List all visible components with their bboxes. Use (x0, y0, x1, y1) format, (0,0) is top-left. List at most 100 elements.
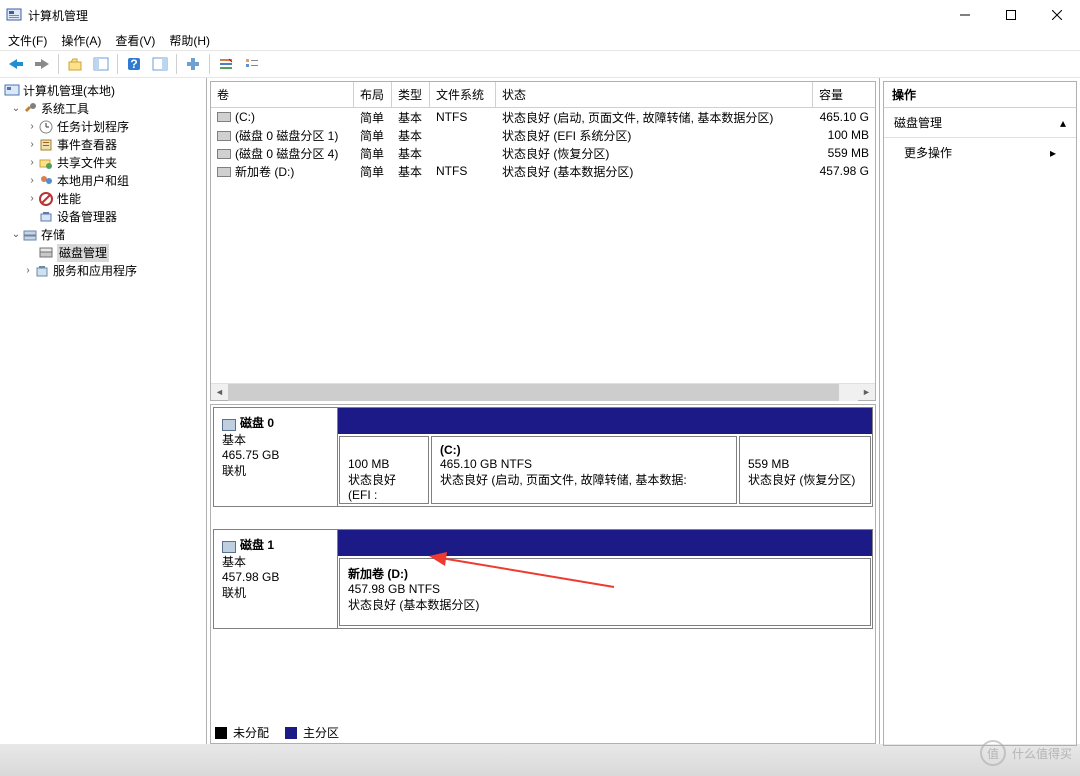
expand-icon[interactable]: › (22, 262, 34, 280)
actions-more[interactable]: 更多操作 ▸ (884, 138, 1076, 167)
menu-action[interactable]: 操作(A) (61, 32, 101, 49)
svg-text:?: ? (130, 57, 137, 71)
disk-status: 联机 (222, 462, 329, 479)
refresh-button[interactable] (181, 53, 205, 75)
app-icon (6, 7, 22, 23)
menu-help[interactable]: 帮助(H) (169, 32, 210, 49)
part-name: (C:) (440, 443, 728, 457)
legend-primary: 主分区 (303, 724, 339, 741)
disk-type: 基本 (222, 553, 329, 570)
part-size: 100 MB (348, 457, 420, 471)
tree-storage[interactable]: ⌄ 存储 (0, 226, 206, 244)
detail-view-button[interactable] (240, 53, 264, 75)
tree-event-viewer[interactable]: › 事件查看器 (0, 136, 206, 154)
volume-header: 卷 布局 类型 文件系统 状态 容量 (211, 82, 875, 108)
list-view-button[interactable] (214, 53, 238, 75)
expand-icon[interactable]: › (26, 118, 38, 136)
scroll-left-icon[interactable]: ◄ (211, 384, 228, 401)
disk-size: 465.75 GB (222, 448, 329, 462)
disk-0[interactable]: 磁盘 0 基本 465.75 GB 联机 100 MB 状态良好 (EFI : (213, 407, 873, 507)
tree-services-apps[interactable]: › 服务和应用程序 (0, 262, 206, 280)
disk-0-partition-1[interactable]: 100 MB 状态良好 (EFI : (339, 436, 429, 504)
window-title: 计算机管理 (28, 7, 88, 24)
tree-label: 磁盘管理 (57, 244, 109, 262)
collapse-icon[interactable]: ▴ (1060, 116, 1066, 130)
disk-type: 基本 (222, 431, 329, 448)
show-hide-action-button[interactable] (148, 53, 172, 75)
close-button[interactable] (1034, 0, 1080, 30)
disk-icon (222, 541, 236, 553)
col-fs[interactable]: 文件系统 (430, 82, 496, 107)
tree-label: 任务计划程序 (57, 118, 129, 136)
expand-icon[interactable]: › (26, 172, 38, 190)
table-row[interactable]: (磁盘 0 磁盘分区 4)简单基本状态良好 (恢复分区)559 MB (211, 144, 875, 162)
back-button[interactable] (4, 53, 28, 75)
actions-section-title[interactable]: 磁盘管理 ▴ (884, 108, 1076, 138)
collapse-icon[interactable]: ⌄ (10, 100, 22, 118)
forward-button[interactable] (30, 53, 54, 75)
bottom-strip (0, 744, 1080, 776)
disk-0-partition-c[interactable]: (C:) 465.10 GB NTFS 状态良好 (启动, 页面文件, 故障转储… (431, 436, 737, 504)
part-status: 状态良好 (启动, 页面文件, 故障转储, 基本数据: (440, 471, 728, 488)
col-status[interactable]: 状态 (496, 82, 813, 107)
watermark-icon: 值 (980, 740, 1006, 766)
tree-label: 事件查看器 (57, 136, 117, 154)
tree-pane: 计算机管理(本地) ⌄ 系统工具 › 任务计划程序 › 事件查看器 › 共享文件… (0, 78, 207, 744)
tree-performance[interactable]: › 性能 (0, 190, 206, 208)
part-size: 465.10 GB NTFS (440, 457, 728, 471)
disk-1[interactable]: 磁盘 1 基本 457.98 GB 联机 新加卷 (D:) 457.98 GB … (213, 529, 873, 629)
expand-icon[interactable]: › (26, 154, 38, 172)
maximize-button[interactable] (988, 0, 1034, 30)
toolbar: ? (0, 50, 1080, 78)
storage-icon (22, 227, 38, 243)
disk-1-info: 磁盘 1 基本 457.98 GB 联机 (214, 530, 338, 628)
tree-root[interactable]: 计算机管理(本地) (0, 82, 206, 100)
show-hide-tree-button[interactable] (89, 53, 113, 75)
part-name: 新加卷 (D:) (348, 565, 862, 582)
tree-local-users[interactable]: › 本地用户和组 (0, 172, 206, 190)
table-row[interactable]: (磁盘 0 磁盘分区 1)简单基本状态良好 (EFI 系统分区)100 MB (211, 126, 875, 144)
scroll-right-icon[interactable]: ► (858, 384, 875, 401)
col-type[interactable]: 类型 (392, 82, 430, 107)
legend: 未分配 主分区 (215, 724, 349, 741)
table-row[interactable]: 新加卷 (D:)简单基本NTFS状态良好 (基本数据分区)457.98 G (211, 162, 875, 180)
disk-title: 磁盘 0 (240, 414, 274, 431)
tree-label: 共享文件夹 (57, 154, 117, 172)
minimize-button[interactable] (942, 0, 988, 30)
part-status: 状态良好 (恢复分区) (748, 471, 862, 488)
tree-sys-tools[interactable]: ⌄ 系统工具 (0, 100, 206, 118)
table-row[interactable]: (C:)简单基本NTFS状态良好 (启动, 页面文件, 故障转储, 基本数据分区… (211, 108, 875, 126)
tree-label: 服务和应用程序 (53, 262, 137, 280)
col-capacity[interactable]: 容量 (813, 82, 875, 107)
collapse-icon[interactable]: ⌄ (10, 226, 22, 244)
part-size: 457.98 GB NTFS (348, 582, 862, 596)
tree-label: 设备管理器 (57, 208, 117, 226)
performance-icon (38, 191, 54, 207)
expand-icon[interactable]: › (26, 136, 38, 154)
menu-file[interactable]: 文件(F) (8, 32, 47, 49)
tree-disk-mgmt[interactable]: 磁盘管理 (0, 244, 206, 262)
legend-swatch-primary (285, 727, 297, 739)
tree-shared-folders[interactable]: › 共享文件夹 (0, 154, 206, 172)
content-pane: 卷 布局 类型 文件系统 状态 容量 (C:)简单基本NTFS状态良好 (启动,… (207, 78, 880, 744)
disk-1-partition-d[interactable]: 新加卷 (D:) 457.98 GB NTFS 状态良好 (基本数据分区) (339, 558, 871, 626)
col-layout[interactable]: 布局 (354, 82, 392, 107)
actions-pane: 操作 磁盘管理 ▴ 更多操作 ▸ (880, 78, 1080, 744)
main-area: 计算机管理(本地) ⌄ 系统工具 › 任务计划程序 › 事件查看器 › 共享文件… (0, 78, 1080, 744)
tree-task-scheduler[interactable]: › 任务计划程序 (0, 118, 206, 136)
col-volume[interactable]: 卷 (211, 82, 354, 107)
up-button[interactable] (63, 53, 87, 75)
help-button[interactable]: ? (122, 53, 146, 75)
disk-status: 联机 (222, 584, 329, 601)
tools-icon (22, 101, 38, 117)
disk-1-header-stripe (338, 530, 872, 556)
disk-graphical-view: 磁盘 0 基本 465.75 GB 联机 100 MB 状态良好 (EFI : (210, 404, 876, 744)
tree-label: 系统工具 (41, 100, 89, 118)
volume-body[interactable]: (C:)简单基本NTFS状态良好 (启动, 页面文件, 故障转储, 基本数据分区… (211, 108, 875, 383)
disk-0-partition-4[interactable]: 559 MB 状态良好 (恢复分区) (739, 436, 871, 504)
horizontal-scrollbar[interactable]: ◄ ► (211, 383, 875, 400)
expand-icon[interactable]: › (26, 190, 38, 208)
scroll-thumb[interactable] (228, 384, 839, 401)
tree-device-manager[interactable]: 设备管理器 (0, 208, 206, 226)
menu-view[interactable]: 查看(V) (115, 32, 155, 49)
